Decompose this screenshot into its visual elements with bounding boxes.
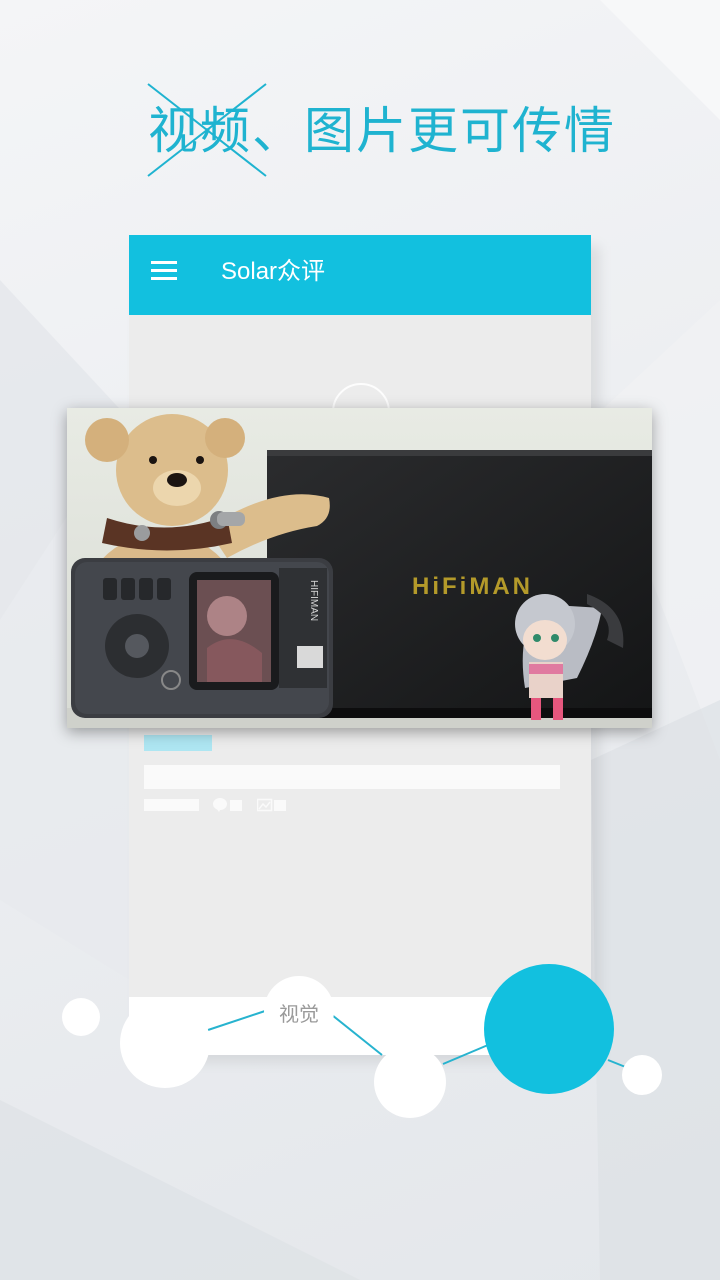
placeholder-tag bbox=[144, 735, 212, 751]
bubble-small-right bbox=[622, 1055, 662, 1095]
image-count-icon bbox=[257, 798, 286, 812]
bubble-large-left bbox=[120, 998, 210, 1088]
app-title: Solar众评 bbox=[221, 258, 326, 285]
placeholder-date bbox=[144, 799, 199, 811]
photo-illustration: HiFiMAN HIFIMAN bbox=[67, 408, 652, 728]
app-bar: Solar众评 bbox=[129, 235, 591, 315]
placeholder-title bbox=[144, 765, 560, 789]
headline-text: 、图片更可传情 bbox=[252, 102, 616, 160]
comment-icon bbox=[213, 798, 242, 812]
bubble-visual-label: 视觉 bbox=[279, 1002, 319, 1026]
bubble-visual: 视觉 bbox=[264, 976, 334, 1046]
hamburger-menu-icon[interactable] bbox=[151, 261, 177, 283]
device-brand-text: HIFIMAN bbox=[308, 580, 319, 621]
featured-photo[interactable]: HiFiMAN HIFIMAN bbox=[67, 408, 652, 728]
brand-box-text: HiFiMAN bbox=[412, 573, 533, 600]
bubble-accent bbox=[484, 964, 614, 1094]
strikethrough-cross-icon bbox=[147, 83, 267, 177]
bubble-small-left bbox=[62, 998, 100, 1036]
bubble-middle bbox=[374, 1046, 446, 1118]
